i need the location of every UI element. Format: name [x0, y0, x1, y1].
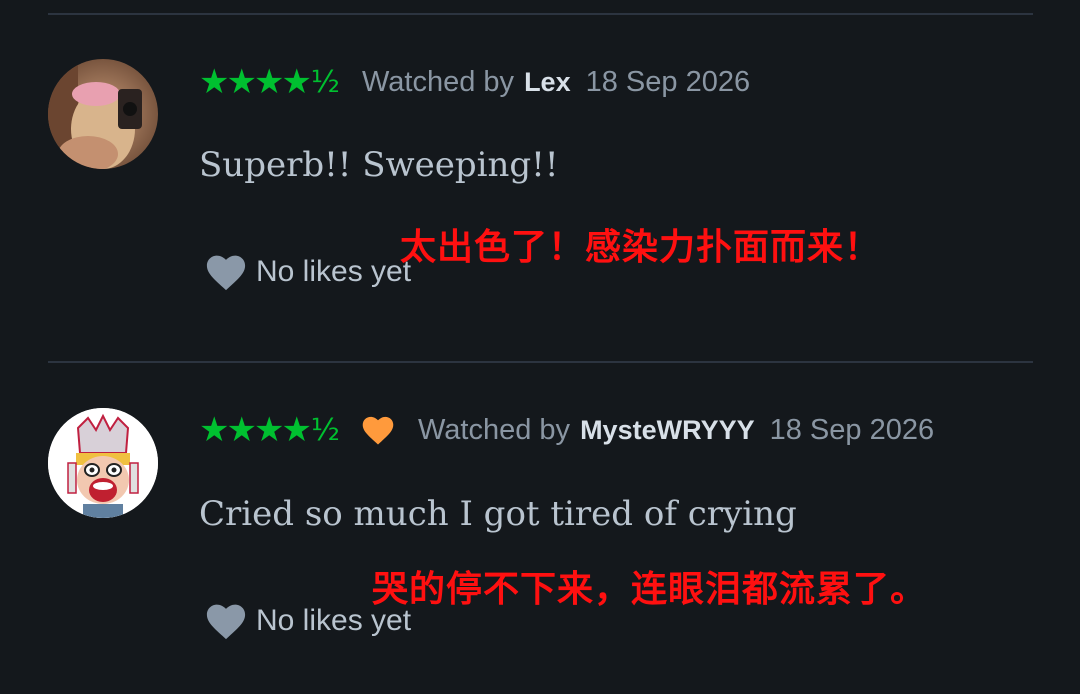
review-date[interactable]: 18 Sep 2026 — [586, 66, 750, 99]
heart-icon — [206, 255, 246, 291]
avatar[interactable] — [48, 59, 158, 169]
review-text[interactable]: Superb!! Sweeping!! — [199, 145, 559, 185]
like-button[interactable]: No likes yet — [204, 252, 411, 292]
divider-middle — [48, 361, 1033, 363]
review-meta: ★★★★ ½ Watched by MysteWRYYY 18 Sep 2026 — [199, 408, 934, 452]
translation-annotation: 太出色了！感染力扑面而来！ — [400, 226, 882, 267]
like-button[interactable]: No likes yet — [204, 601, 411, 641]
review-text[interactable]: Cried so much I got tired of crying — [199, 494, 797, 534]
rating-stars: ★★★★ — [199, 410, 312, 450]
username-link[interactable]: MysteWRYYY — [580, 415, 755, 446]
divider-top — [48, 13, 1033, 15]
avatar[interactable] — [48, 408, 158, 518]
review-date[interactable]: 18 Sep 2026 — [770, 414, 934, 447]
likes-count-label: No likes yet — [256, 255, 412, 288]
heart-icon — [206, 604, 246, 640]
username-link[interactable]: Lex — [524, 67, 571, 98]
watched-by-label: Watched by — [418, 413, 571, 446]
translation-annotation: 哭的停不下来，连眼泪都流累了。 — [372, 568, 928, 609]
rating-stars: ★★★★ — [199, 62, 312, 102]
rating-half-star: ½ — [310, 64, 340, 100]
likes-count-label: No likes yet — [256, 604, 412, 637]
rating-half-star: ½ — [310, 412, 340, 448]
liked-heart-icon — [362, 416, 394, 445]
watched-by-label: Watched by — [362, 65, 515, 98]
review-meta: ★★★★ ½ Watched by Lex 18 Sep 2026 — [199, 60, 750, 104]
